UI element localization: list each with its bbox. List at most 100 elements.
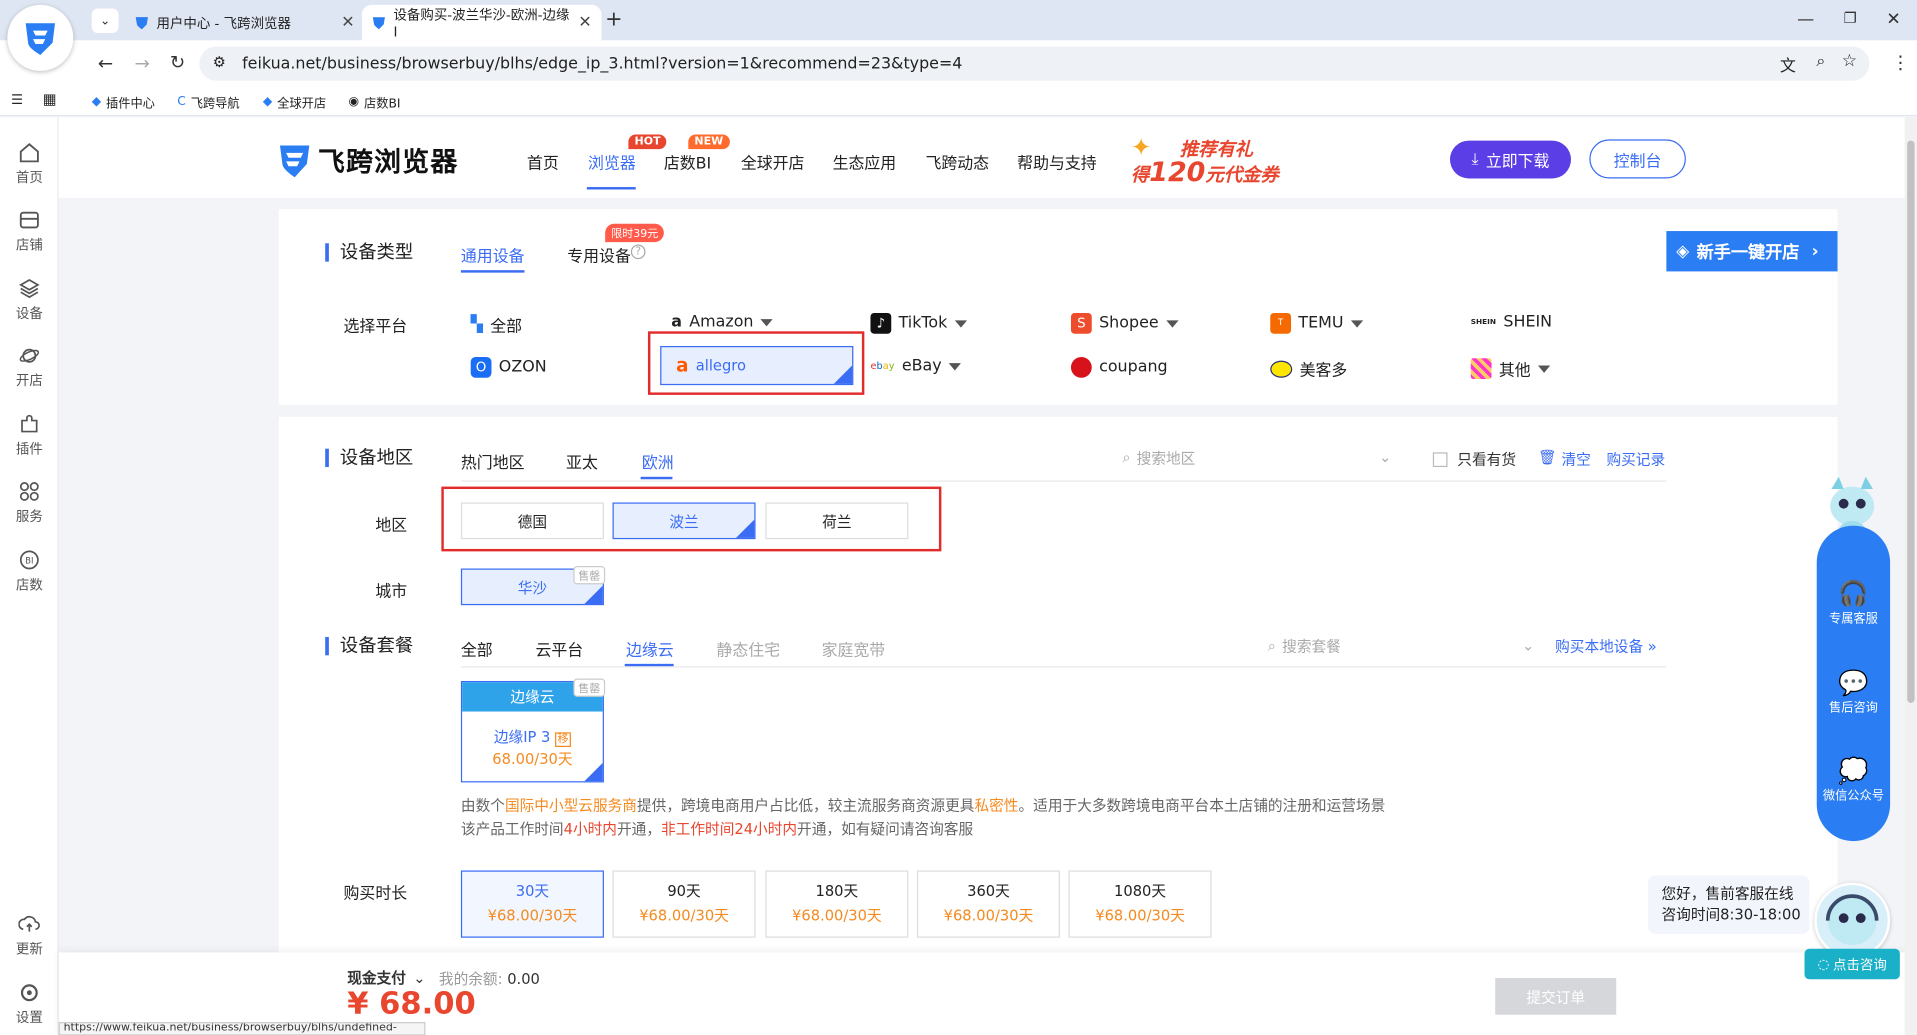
platform-ebay[interactable]: ebay eBay <box>870 357 962 375</box>
forward-arrow-icon[interactable]: → <box>134 53 149 75</box>
nav-news[interactable]: 飞跨动态 <box>925 150 989 173</box>
nav-global-store[interactable]: 全球开店 <box>741 150 805 173</box>
region-option-germany[interactable]: 德国 <box>460 502 604 540</box>
reload-icon[interactable]: ↻ <box>170 51 185 73</box>
shield-icon: ◆ <box>91 95 102 109</box>
bookmark-item[interactable]: ◉ 店数BI <box>348 93 400 111</box>
sidebar-item-open-store[interactable]: 开店 <box>0 345 59 390</box>
new-store-button[interactable]: ◈ 新手一键开店 › <box>1666 231 1838 272</box>
browser-profile-avatar[interactable] <box>7 4 74 71</box>
platform-shein[interactable]: SHEIN SHEIN <box>1471 313 1552 331</box>
tab-package-all[interactable]: 全部 <box>461 637 493 660</box>
exclusive-service-button[interactable]: 🎧 专属客服 <box>1817 578 1890 626</box>
site-logo[interactable]: 飞跨浏览器 <box>279 141 459 180</box>
only-in-stock-checkbox[interactable]: 只看有货 <box>1432 449 1516 470</box>
hot-badge: HOT <box>628 134 667 150</box>
package-description-line1: 由数个国际中小型云服务商提供，跨境电商用户占比低，较主流服务商资源更具私密性。适… <box>461 795 1385 816</box>
back-arrow-icon[interactable]: ← <box>98 53 113 75</box>
download-button[interactable]: ⤓ 立即下载 <box>1449 140 1572 179</box>
region-search-input[interactable]: ⌕ 搜索地区 ⌄ <box>1122 446 1391 468</box>
consult-button[interactable]: ◌ 点击咨询 <box>1804 948 1900 980</box>
translate-icon[interactable]: 文 <box>1780 53 1796 75</box>
nav-shop-bi[interactable]: 店数BI <box>664 150 711 173</box>
package-search-input[interactable]: ⌕ 搜索套餐 ⌄ <box>1268 635 1535 657</box>
sidebar-item-plugin[interactable]: 插件 <box>0 413 59 458</box>
sidebar-item-bi[interactable]: BI 店数 <box>0 549 59 594</box>
duration-option-90[interactable]: 90天 ¥68.00/30天 <box>612 870 756 938</box>
sidebar-item-settings[interactable]: 设置 <box>0 982 59 1027</box>
desc-text: 提供，跨境电商用户占比低，较主流服务商资源更具 <box>636 797 975 815</box>
platform-all[interactable]: ▚ 全部 <box>471 313 522 336</box>
browser-tab-active[interactable]: 设备购买-波兰华沙-欧洲-边缘I ✕ <box>361 4 602 41</box>
restore-button[interactable]: ❐ <box>1844 10 1857 27</box>
tab-general-device[interactable]: 通用设备 <box>461 243 525 266</box>
tab-europe[interactable]: 欧洲 <box>642 450 674 473</box>
sidebar-toggle-icon[interactable]: ☰ <box>11 92 23 108</box>
sidebar-item-home[interactable]: 首页 <box>0 142 59 187</box>
duration-option-1080[interactable]: 1080天 ¥68.00/30天 <box>1068 870 1212 938</box>
region-option-label: 德国 <box>517 512 548 530</box>
purchase-history-link[interactable]: 购买记录 <box>1606 449 1665 470</box>
window-close-button[interactable]: ✕ <box>1886 10 1900 30</box>
platform-temu[interactable]: T TEMU <box>1270 312 1364 334</box>
nav-browser[interactable]: 浏览器 <box>588 150 636 173</box>
bookmark-item[interactable]: ◆ 插件中心 <box>92 93 155 111</box>
nav-help[interactable]: 帮助与支持 <box>1017 150 1096 173</box>
zoom-icon[interactable]: ⌕ <box>1816 53 1825 71</box>
after-sales-button[interactable]: 💬 售后咨询 <box>1817 668 1890 716</box>
caret-down-icon <box>1165 319 1179 328</box>
platform-other[interactable]: 其他 <box>1470 357 1551 380</box>
scrollbar-thumb[interactable] <box>1907 140 1915 703</box>
tab-edge-cloud[interactable]: 边缘云 <box>626 637 674 660</box>
platform-amazon[interactable]: a Amazon <box>671 313 774 331</box>
apps-grid-icon[interactable]: ▦ <box>43 90 57 107</box>
region-option-netherlands[interactable]: 荷兰 <box>765 502 909 540</box>
bookmark-item[interactable]: C 飞跨导航 <box>177 93 239 111</box>
buy-local-device-link[interactable]: 购买本地设备 » <box>1555 636 1657 657</box>
ozon-icon: O <box>470 356 492 378</box>
tab-search-button[interactable]: ⌄ <box>91 8 119 34</box>
browser-tab[interactable]: 用户中心 - 飞跨浏览器 ✕ <box>125 5 365 40</box>
tab-hot-region[interactable]: 热门地区 <box>461 450 525 473</box>
menu-icon[interactable]: ⋮ <box>1891 51 1909 73</box>
console-button[interactable]: 控制台 <box>1589 139 1686 179</box>
cloud-upload-icon <box>18 915 40 932</box>
region-option-poland[interactable]: 波兰 <box>612 502 756 540</box>
tab-home-broadband[interactable]: 家庭宽带 <box>822 637 886 660</box>
nav-ecosystem[interactable]: 生态应用 <box>833 150 897 173</box>
tab-dedicated-device[interactable]: 专用设备 <box>567 243 631 266</box>
referral-promo-banner[interactable]: ✦ 推荐有礼 得120元代金券 <box>1131 132 1284 188</box>
sidebar-item-device[interactable]: 设备 <box>0 278 59 323</box>
sidebar-item-update[interactable]: 更新 <box>0 913 59 958</box>
platform-ozon[interactable]: O OZON <box>470 356 547 378</box>
submit-order-button[interactable]: 提交订单 <box>1495 978 1617 1015</box>
platform-mercadolibre[interactable]: 美客多 <box>1270 357 1347 380</box>
wechat-official-button[interactable]: 💭 微信公众号 <box>1817 756 1890 804</box>
platform-shopee[interactable]: S Shopee <box>1070 312 1179 334</box>
tab-asia-pacific[interactable]: 亚太 <box>566 450 598 473</box>
platform-coupang[interactable]: coupang <box>1070 356 1168 378</box>
divider <box>460 666 1667 668</box>
clear-button[interactable]: 🗑 清空 <box>1538 449 1591 470</box>
sidebar-item-shop[interactable]: 店铺 <box>0 209 59 254</box>
duration-option-180[interactable]: 180天 ¥68.00/30天 <box>765 870 909 938</box>
close-icon[interactable]: ✕ <box>578 13 591 31</box>
support-avatar[interactable] <box>1814 882 1891 959</box>
platform-allegro[interactable]: a allegro <box>660 345 854 386</box>
platform-tiktok[interactable]: ♪ TikTok <box>870 312 967 334</box>
gear-icon <box>20 984 38 1002</box>
address-bar[interactable]: ⚙ feikua.net/business/browserbuy/blhs/ed… <box>199 46 1870 81</box>
tab-static-residential[interactable]: 静态住宅 <box>716 637 780 660</box>
duration-option-360[interactable]: 360天 ¥68.00/30天 <box>916 870 1060 938</box>
bookmark-item[interactable]: ◆ 全球开店 <box>263 93 326 111</box>
help-icon[interactable]: ? <box>630 244 646 260</box>
minimize-button[interactable]: — <box>1797 10 1814 30</box>
nav-home[interactable]: 首页 <box>527 150 559 173</box>
new-tab-button[interactable]: + <box>605 7 622 31</box>
tab-cloud-platform[interactable]: 云平台 <box>535 637 583 660</box>
site-info-icon[interactable]: ⚙ <box>213 54 226 71</box>
duration-option-30[interactable]: 30天 ¥68.00/30天 <box>460 870 604 938</box>
bookmark-star-icon[interactable]: ☆ <box>1842 51 1857 71</box>
close-icon[interactable]: ✕ <box>341 13 354 31</box>
sidebar-item-service[interactable]: 服务 <box>0 480 59 525</box>
